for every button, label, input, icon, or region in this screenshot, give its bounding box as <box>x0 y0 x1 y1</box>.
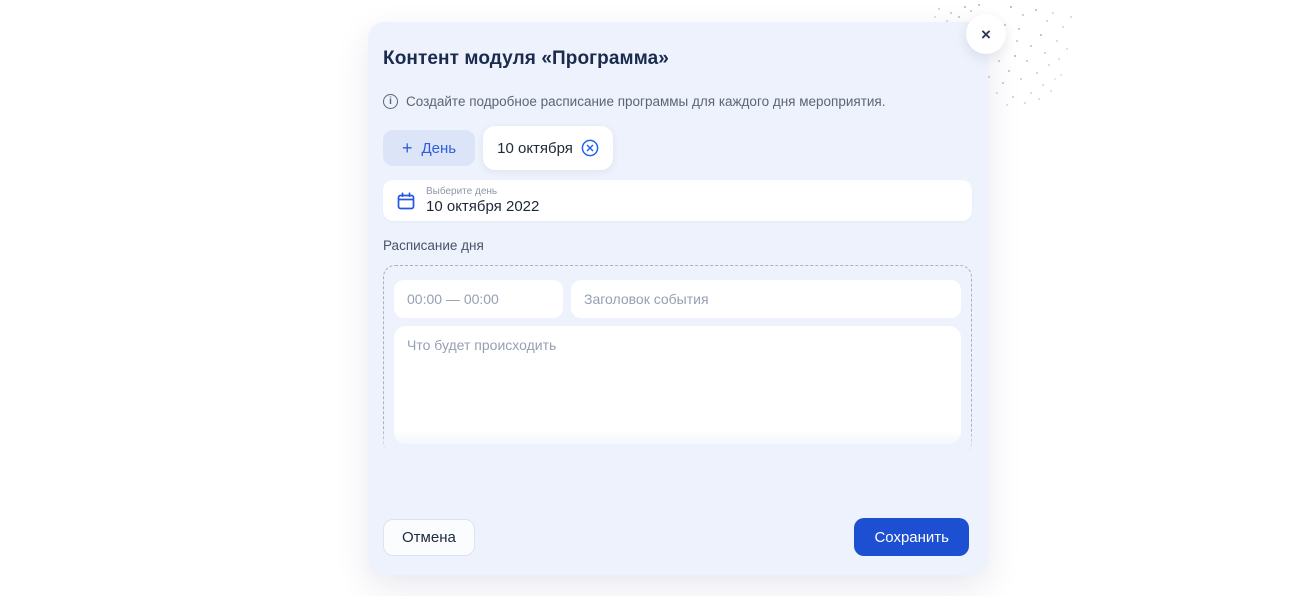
event-description-textarea[interactable] <box>394 326 961 444</box>
cancel-button[interactable]: Отмена <box>383 519 475 556</box>
event-title-input[interactable] <box>571 280 961 318</box>
page: Контент модуля «Программа» i Создайте по… <box>0 0 1308 596</box>
add-day-label: День <box>422 140 457 157</box>
date-field-texts: Выберите день 10 октября 2022 <box>426 186 539 215</box>
plus-icon: + <box>402 139 413 157</box>
event-inputs-row <box>394 280 961 318</box>
date-field-value: 10 октября 2022 <box>426 198 539 215</box>
dialog-title: Контент модуля «Программа» <box>383 48 972 70</box>
info-hint-text: Создайте подробное расписание программы … <box>406 94 885 109</box>
date-picker-field[interactable]: Выберите день 10 октября 2022 <box>383 180 972 221</box>
dialog-footer: Отмена Сохранить <box>383 518 969 556</box>
remove-day-icon[interactable] <box>581 139 599 157</box>
event-dropzone <box>383 265 972 455</box>
day-tabs-row: + День 10 октября <box>383 126 972 170</box>
info-icon: i <box>383 94 398 109</box>
add-day-button[interactable]: + День <box>383 130 475 166</box>
save-button[interactable]: Сохранить <box>854 518 969 556</box>
day-tab-10-october[interactable]: 10 октября <box>483 126 613 170</box>
close-icon: × <box>981 26 991 43</box>
event-time-input[interactable] <box>394 280 563 318</box>
calendar-icon <box>396 191 416 211</box>
close-dialog-button[interactable]: × <box>966 14 1006 54</box>
info-hint: i Создайте подробное расписание программ… <box>383 94 972 109</box>
schedule-section-label: Расписание дня <box>383 238 972 253</box>
day-tab-label: 10 октября <box>497 140 573 157</box>
program-module-dialog: Контент модуля «Программа» i Создайте по… <box>368 22 988 575</box>
date-field-label: Выберите день <box>426 186 539 198</box>
noise-texture <box>0 0 2 2</box>
